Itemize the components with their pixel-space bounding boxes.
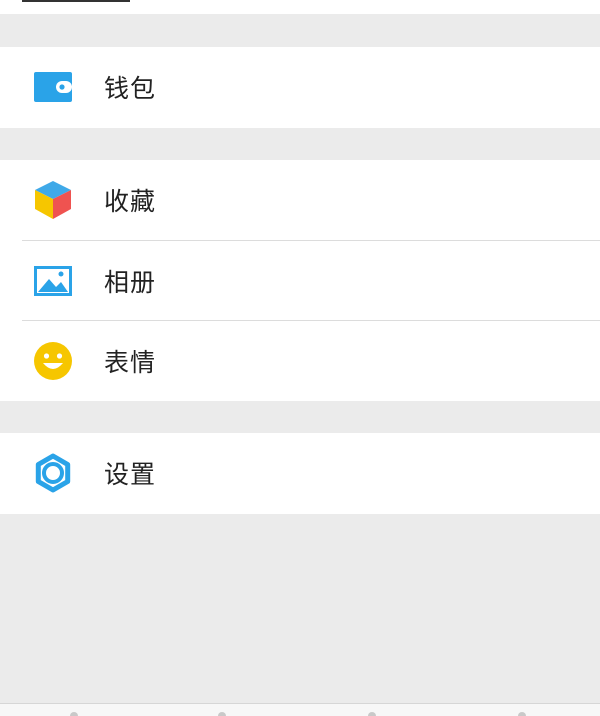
wallet-icon: [33, 67, 73, 107]
profile-underline: [22, 0, 130, 2]
smiley-icon: [33, 341, 73, 381]
menu-label-stickers: 表情: [104, 347, 157, 377]
bottom-tab-bar: [0, 703, 600, 716]
menu-item-settings[interactable]: 设置: [0, 433, 600, 513]
profile-card-bottom-edge: [0, 0, 600, 14]
menu-label-settings: 设置: [104, 460, 157, 489]
media-group: 收藏 相册 表情: [0, 160, 600, 401]
favorites-cube-icon: [33, 180, 73, 220]
settings-group: 设置: [0, 433, 600, 514]
menu-item-wallet[interactable]: 钱包: [0, 47, 600, 127]
menu-item-album[interactable]: 相册: [22, 240, 600, 320]
menu-item-stickers[interactable]: 表情: [22, 320, 600, 400]
menu-item-favorites[interactable]: 收藏: [0, 160, 600, 240]
tab-hint-3[interactable]: [368, 712, 376, 716]
me-screen: 钱包 收藏 相册 表情 设置: [0, 0, 600, 716]
menu-label-album: 相册: [104, 267, 157, 297]
menu-label-wallet: 钱包: [104, 74, 157, 103]
gear-icon: [33, 453, 73, 493]
menu-label-favorites: 收藏: [104, 187, 157, 216]
tab-hint-2[interactable]: [218, 712, 226, 716]
album-image-icon: [33, 261, 73, 301]
tab-hint-1[interactable]: [70, 712, 78, 716]
tab-hint-4[interactable]: [518, 712, 526, 716]
wallet-group: 钱包: [0, 47, 600, 128]
